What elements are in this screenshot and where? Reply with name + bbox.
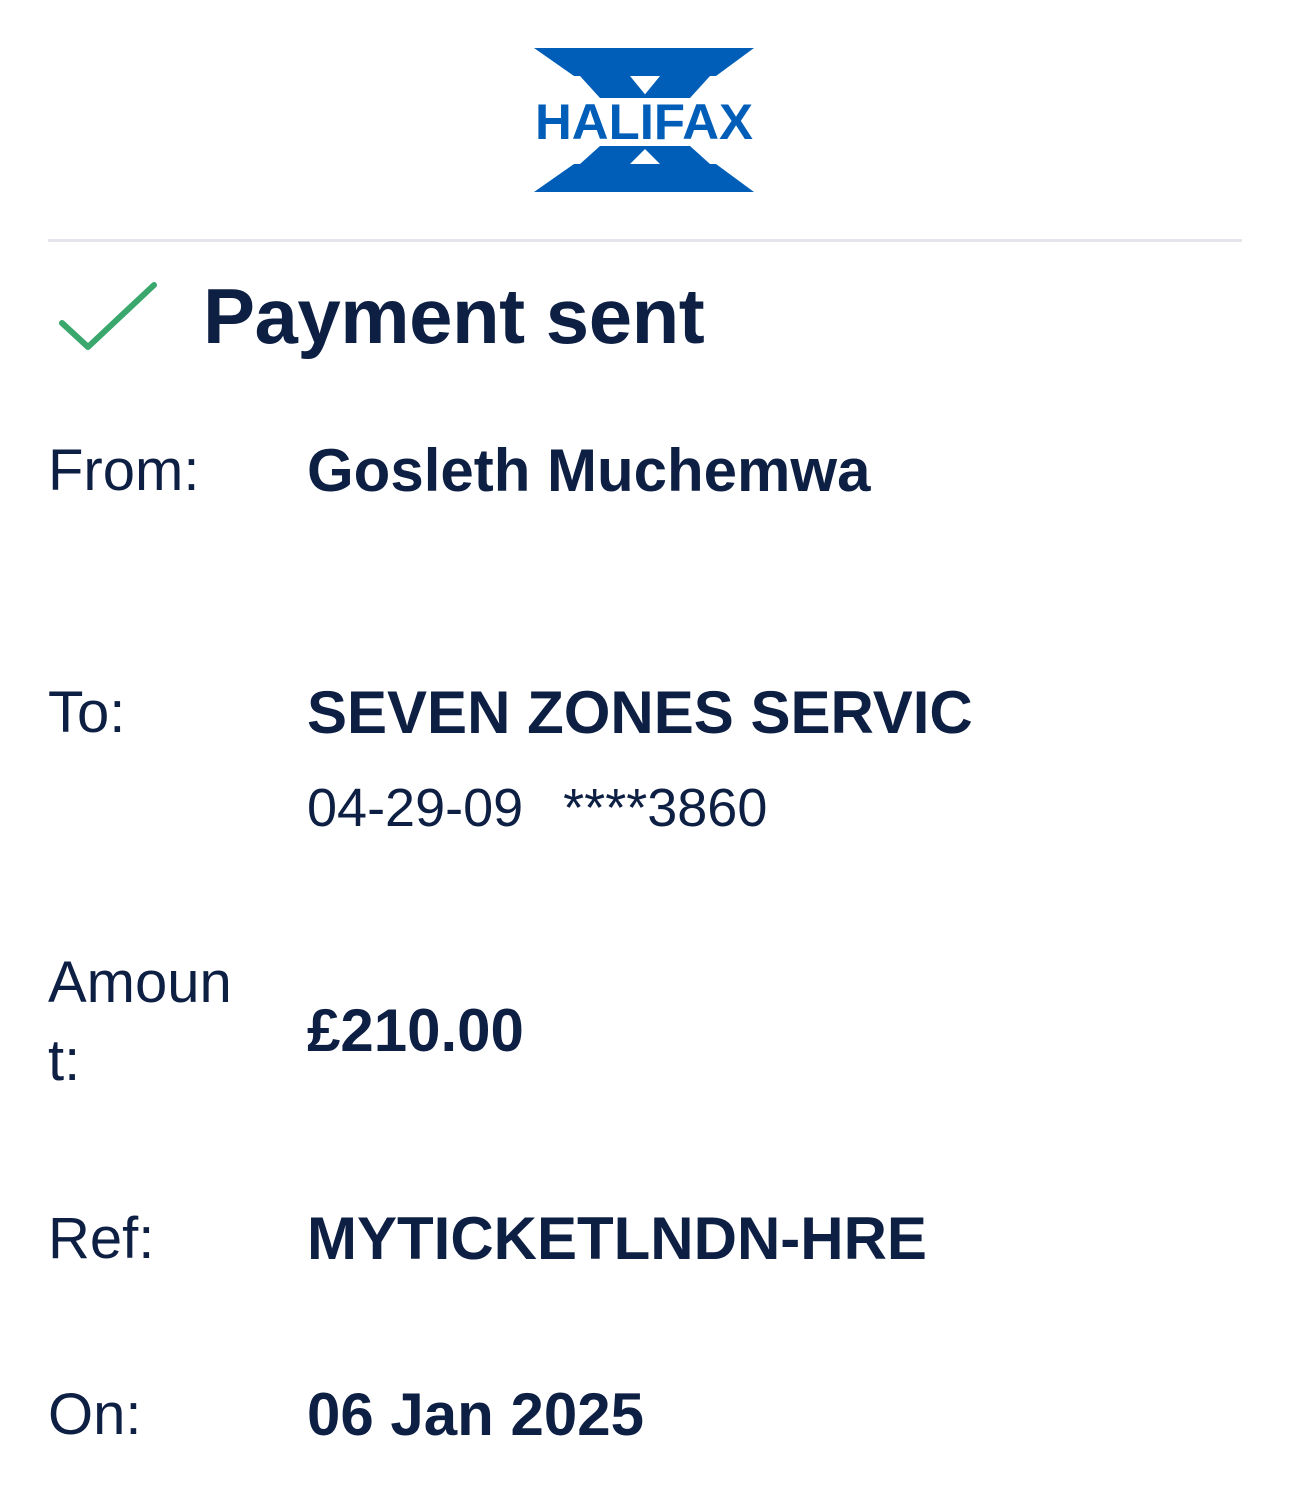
ref-label: Ref: [48,1206,155,1271]
amount-value: £210.00 [307,997,524,1064]
to-value: SEVEN ZONES SERVIC [307,679,973,746]
amount-label: Amount: [48,950,232,1093]
check-icon [59,282,157,350]
account-number: ****3860 [563,778,768,838]
date-label: On: [48,1382,142,1447]
halifax-x-logo-icon: HALIFAX [530,48,758,192]
to-account-details: 04-29-09 ****3860 [307,772,767,844]
date-value: 06 Jan 2025 [307,1381,644,1448]
to-label: To: [48,680,126,745]
payment-status-title: Payment sent [203,271,705,360]
from-label: From: [48,438,200,503]
ref-value: MYTICKETLNDN-HRE [307,1205,927,1272]
header-divider [48,239,1242,242]
payment-status: Payment sent [48,268,705,364]
halifax-logo-text: HALIFAX [535,94,753,150]
halifax-logo: HALIFAX [530,46,758,194]
from-value: Gosleth Muchemwa [307,437,871,504]
sort-code: 04-29-09 [307,778,524,838]
